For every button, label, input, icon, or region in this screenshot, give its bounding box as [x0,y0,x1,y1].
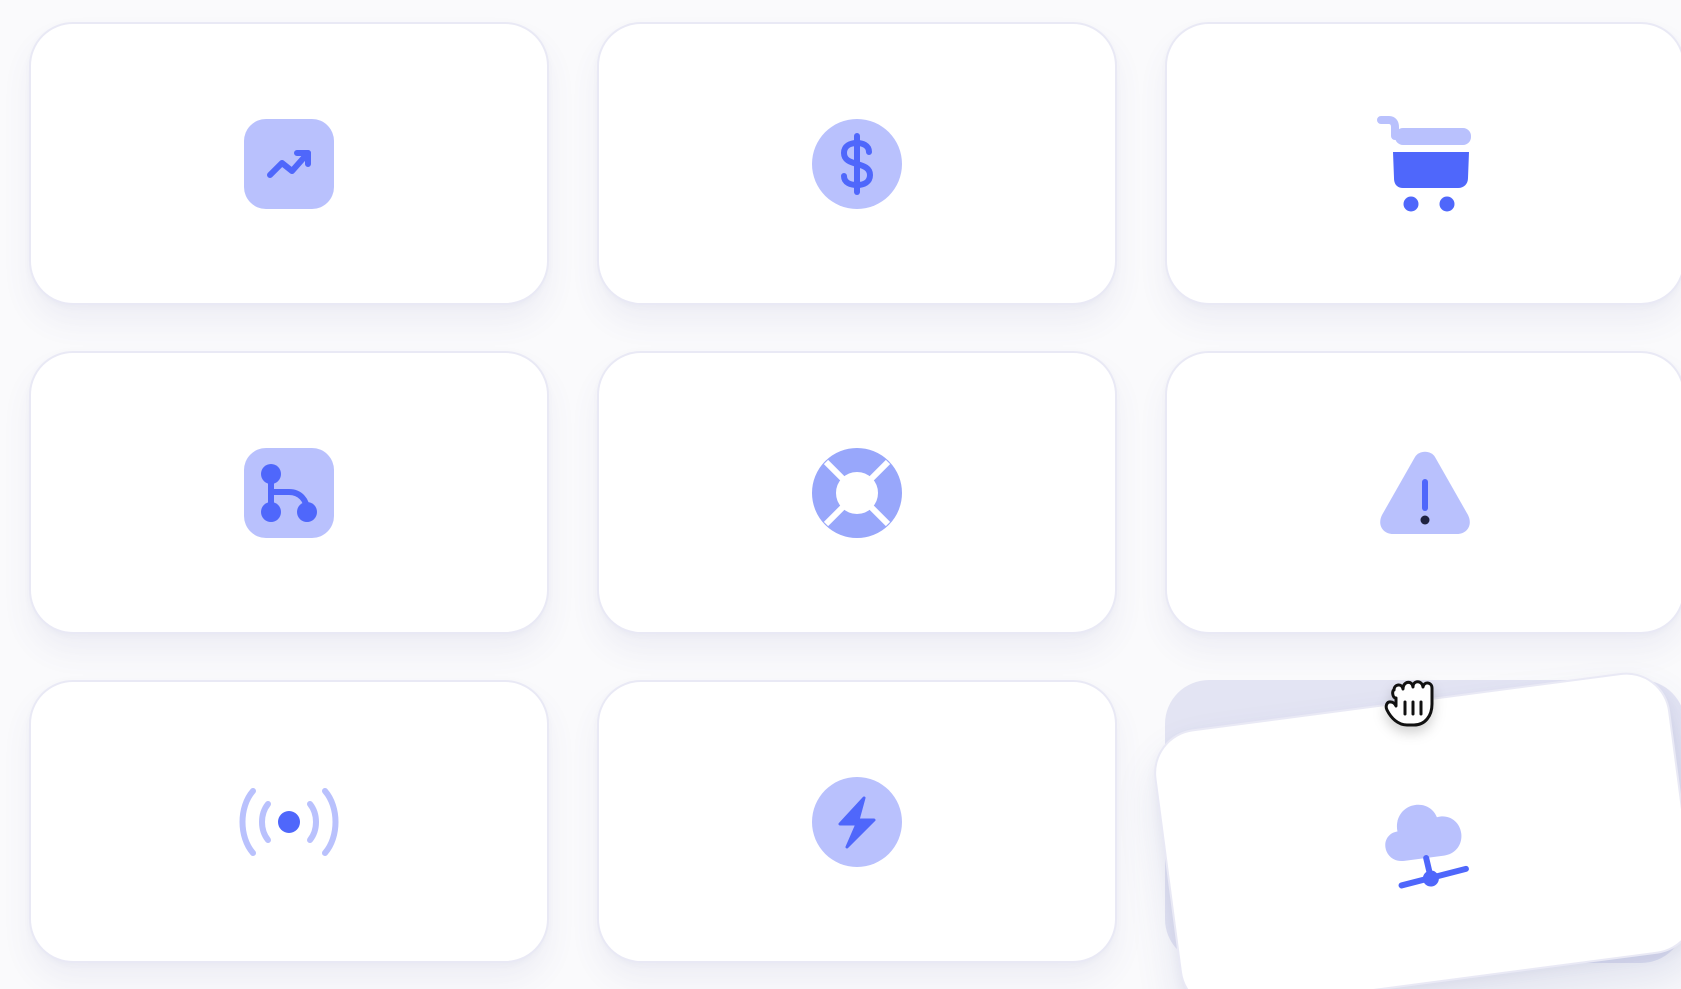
card-broadcast[interactable] [29,680,549,963]
card-git-branch[interactable] [29,351,549,634]
card-shopping-cart[interactable] [1165,22,1681,305]
lightning-bolt-icon [812,776,902,867]
warning-triangle-icon [1380,451,1470,534]
dollar-coin-icon [812,118,902,209]
card-lifebuoy[interactable] [597,351,1117,634]
git-branch-icon [244,447,334,538]
card-dollar[interactable] [597,22,1117,305]
card-lightning[interactable] [597,680,1117,963]
lifebuoy-icon [812,447,902,538]
trending-up-icon [244,118,334,209]
shopping-cart-icon [1377,115,1471,211]
grabbing-cursor [1380,668,1446,734]
card-trending-up[interactable] [29,22,549,305]
icon-card-grid [0,0,1681,989]
card-warning[interactable] [1165,351,1681,634]
grabbing-hand-icon [1384,680,1434,727]
broadcast-icon [239,787,339,856]
cloud-network-icon [1385,804,1469,888]
